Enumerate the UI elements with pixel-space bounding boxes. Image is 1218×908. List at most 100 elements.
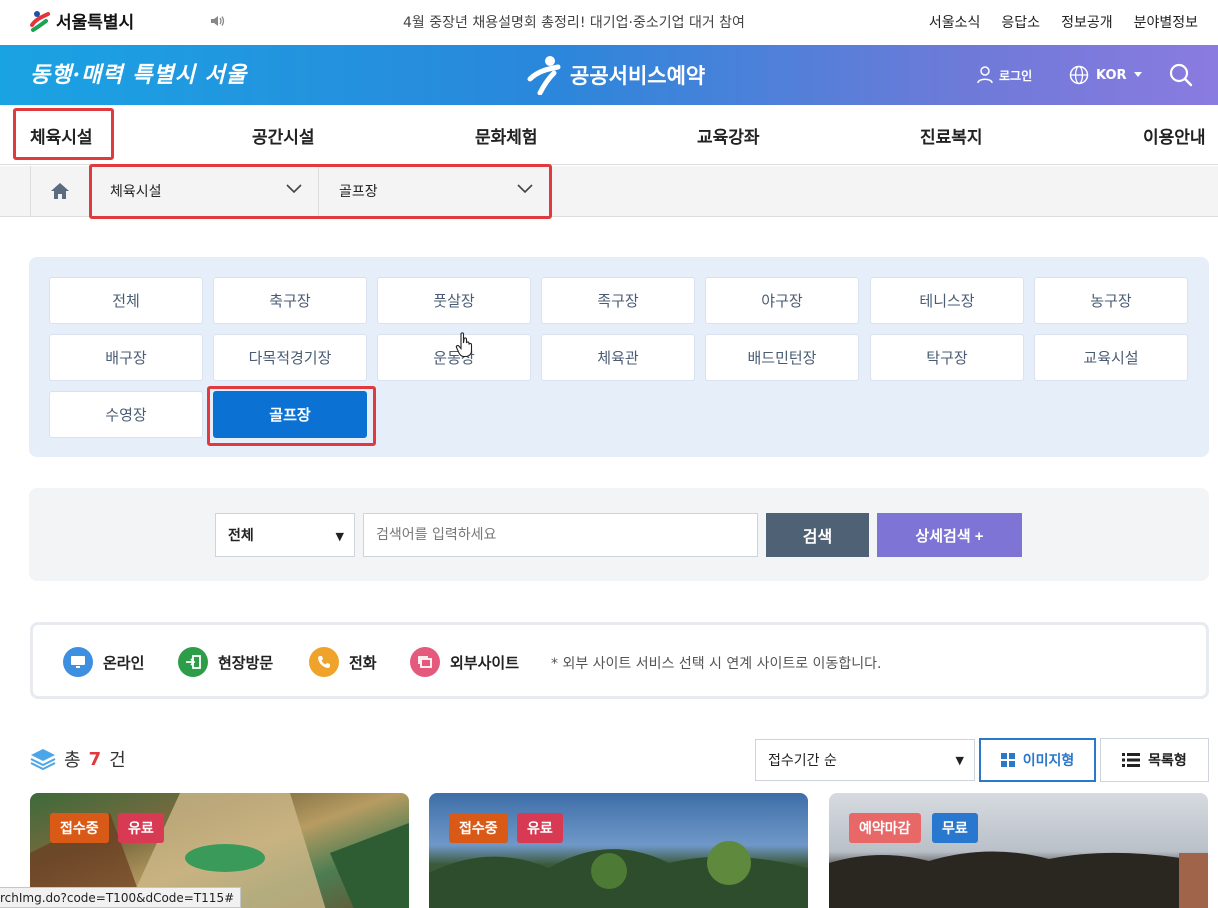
main-nav: 체육시설 공간시설 문화체험 교육강좌 진료복지 이용안내 — [0, 105, 1218, 165]
top-utility-bar: 서울특별시 4월 중장년 채용설명회 총정리! 대기업·중소기업 대거 참여 서… — [0, 0, 1218, 45]
total-prefix: 총 — [64, 750, 81, 771]
language-label: KOR — [1096, 67, 1127, 83]
util-link-field-info[interactable]: 분야별정보 — [1134, 12, 1198, 32]
legend-online-label: 온라인 — [103, 653, 145, 672]
caret-down-icon: ▼ — [335, 530, 344, 543]
login-label: 로그인 — [999, 68, 1033, 83]
status-badge: 예약마감 — [849, 813, 921, 843]
home-button[interactable] — [30, 166, 90, 216]
category-gymnasium[interactable]: 체육관 — [541, 334, 695, 381]
view-image-button[interactable]: 이미지형 — [979, 738, 1096, 782]
category-playground[interactable]: 운동장 — [377, 334, 531, 381]
card-photo-trees — [829, 851, 1208, 908]
category-futsal-field[interactable]: 풋살장 — [377, 277, 531, 324]
util-link-eungdapso[interactable]: 응답소 — [1001, 12, 1040, 32]
browser-status-url: rchImg.do?code=T100&dCode=T115# — [0, 887, 242, 908]
home-icon — [51, 183, 69, 199]
category-volleyball-court[interactable]: 배구장 — [49, 334, 203, 381]
nav-sports-facilities[interactable]: 체육시설 — [30, 123, 93, 148]
seoul-slogan: 동행·매력 특별시 서울 — [30, 62, 248, 88]
news-ticker[interactable]: 4월 중장년 채용설명회 총정리! 대기업·중소기업 대거 참여 — [403, 12, 745, 32]
grid-icon — [1000, 753, 1015, 767]
nav-culture-experience[interactable]: 문화체험 — [475, 123, 538, 148]
nav-medical-welfare[interactable]: 진료복지 — [920, 123, 983, 148]
external-window-icon — [410, 647, 440, 677]
card-photo-park — [429, 841, 808, 908]
legend-phone: 전화 — [309, 647, 377, 677]
seoul-logo[interactable]: 서울특별시 — [28, 8, 134, 33]
legend-visit: 현장방문 — [178, 647, 273, 677]
view-list-label: 목록형 — [1148, 753, 1187, 769]
speaker-icon[interactable] — [210, 14, 226, 28]
facility-card[interactable]: 접수중 유료 — [429, 793, 808, 908]
monitor-icon — [63, 647, 93, 677]
category-table-tennis[interactable]: 탁구장 — [870, 334, 1024, 381]
service-brand-logo[interactable]: 공공서비스예약 — [526, 55, 705, 95]
chevron-down-icon — [517, 184, 533, 194]
utility-nav: 서울소식 응답소 정보공개 분야별정보 — [929, 12, 1198, 32]
fee-badge: 유료 — [517, 813, 563, 843]
globe-icon — [1069, 65, 1089, 85]
advanced-search-button[interactable]: 상세검색 + — [877, 513, 1022, 557]
hand-cursor-icon — [455, 332, 473, 358]
phone-icon — [309, 647, 339, 677]
search-input[interactable] — [363, 513, 758, 557]
sort-value: 접수기간 순 — [768, 753, 837, 769]
location-bar: 체육시설 골프장 — [0, 166, 1218, 217]
search-scope-value: 전체 — [228, 528, 254, 544]
location-depth2-select[interactable]: 골프장 — [319, 166, 550, 216]
legend-external: 외부사이트 — [410, 647, 519, 677]
legend-visit-label: 현장방문 — [218, 653, 274, 672]
legend-phone-label: 전화 — [349, 653, 377, 672]
category-tennis-court[interactable]: 테니스장 — [870, 277, 1024, 324]
nav-education-courses[interactable]: 교육강좌 — [697, 123, 760, 148]
category-all[interactable]: 전체 — [49, 277, 203, 324]
language-selector[interactable]: KOR — [1069, 65, 1142, 85]
location-depth1-select[interactable]: 체육시설 — [90, 166, 319, 216]
facility-card[interactable]: 예약마감 무료 — [829, 793, 1208, 908]
search-icon[interactable] — [1169, 63, 1193, 87]
chevron-down-icon — [286, 184, 302, 194]
caret-down-icon — [1133, 72, 1142, 77]
category-baseball-field[interactable]: 야구장 — [705, 277, 859, 324]
legend-note: * 외부 사이트 서비스 선택 시 연계 사이트로 이동합니다. — [551, 656, 882, 672]
login-link[interactable]: 로그인 — [977, 66, 1032, 84]
seoul-logo-icon — [30, 10, 50, 32]
seoul-logo-text: 서울특별시 — [56, 13, 135, 33]
category-jokgu-field[interactable]: 족구장 — [541, 277, 695, 324]
status-badge: 접수중 — [449, 813, 508, 843]
header-banner: 동행·매력 특별시 서울 공공서비스예약 로그인 KOR — [0, 45, 1218, 105]
category-golf-course[interactable]: 골프장 — [213, 391, 367, 438]
nav-space-facilities[interactable]: 공간시설 — [252, 123, 315, 148]
util-link-seoul-news[interactable]: 서울소식 — [929, 12, 981, 32]
search-scope-select[interactable]: 전체 ▼ — [215, 513, 355, 557]
category-swimming-pool[interactable]: 수영장 — [49, 391, 203, 438]
category-soccer-field[interactable]: 축구장 — [213, 277, 367, 324]
page: 서울특별시 4월 중장년 채용설명회 총정리! 대기업·중소기업 대거 참여 서… — [0, 0, 1218, 908]
total-count: 7 — [88, 748, 102, 770]
brand-title: 공공서비스예약 — [570, 64, 706, 88]
user-icon — [977, 66, 993, 84]
enter-door-icon — [178, 647, 208, 677]
category-basketball-court[interactable]: 농구장 — [1034, 277, 1188, 324]
nav-usage-guide[interactable]: 이용안내 — [1143, 123, 1206, 148]
result-total: 총 7 건 — [30, 746, 126, 772]
total-suffix: 건 — [109, 750, 126, 771]
fee-badge: 유료 — [118, 813, 164, 843]
category-multipurpose-stadium[interactable]: 다목적경기장 — [213, 334, 367, 381]
legend-online: 온라인 — [63, 647, 144, 677]
search-button[interactable]: 검색 — [766, 513, 869, 557]
util-link-info-disclosure[interactable]: 정보공개 — [1061, 12, 1113, 32]
layers-icon — [30, 749, 56, 770]
category-education-facility[interactable]: 교육시설 — [1034, 334, 1188, 381]
category-badminton-court[interactable]: 배드민턴장 — [705, 334, 859, 381]
category-panel: 전체 축구장 풋살장 족구장 야구장 테니스장 농구장 배구장 다목적경기장 운… — [29, 257, 1209, 457]
view-list-button[interactable]: 목록형 — [1100, 738, 1209, 782]
caret-down-icon: ▼ — [955, 754, 964, 767]
brand-logo-icon — [527, 56, 561, 95]
legend-external-label: 외부사이트 — [450, 653, 520, 672]
status-badge: 접수중 — [50, 813, 109, 843]
sort-select[interactable]: 접수기간 순 ▼ — [755, 739, 975, 781]
fee-badge: 무료 — [932, 813, 978, 843]
list-icon — [1122, 753, 1141, 767]
